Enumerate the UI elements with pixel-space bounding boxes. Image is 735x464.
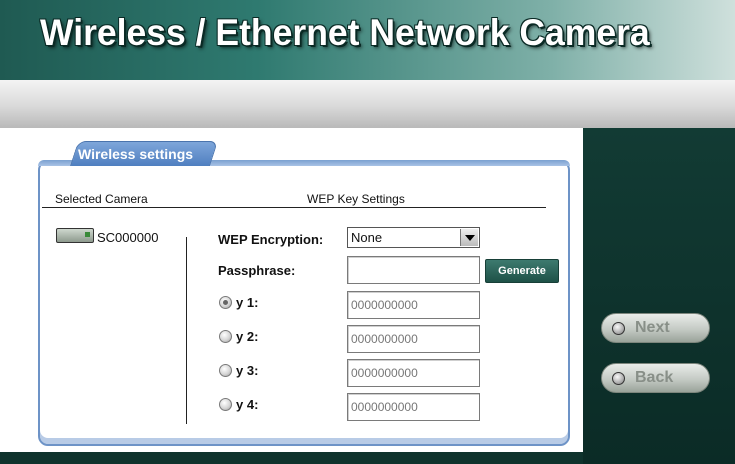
key-1-radio[interactable]: [219, 296, 232, 309]
wep-encryption-label: WEP Encryption:: [218, 232, 324, 247]
back-button-label: Back: [635, 369, 674, 386]
wep-key-settings-header: WEP Key Settings: [307, 192, 405, 206]
tab-wireless-settings-label: Wireless settings: [78, 146, 194, 162]
key-3-radio[interactable]: [219, 364, 232, 377]
header-divider: [42, 207, 546, 208]
passphrase-label: Passphrase:: [218, 263, 296, 278]
key-2-radio[interactable]: [219, 330, 232, 343]
camera-device-icon: [56, 228, 94, 243]
right-nav-pane: [583, 128, 735, 464]
key-4-radio[interactable]: [219, 398, 232, 411]
chevron-down-icon[interactable]: [460, 229, 478, 246]
key-3-label: y 3:: [236, 363, 259, 378]
back-button[interactable]: Back: [601, 363, 710, 393]
next-button-label: Next: [635, 319, 670, 336]
back-bullet-icon: [612, 372, 625, 385]
wep-encryption-select[interactable]: None: [347, 227, 480, 248]
key-2-label: y 2:: [236, 329, 259, 344]
camera-list-item[interactable]: SC000000: [97, 230, 158, 245]
app-title: Wireless / Ethernet Network Camera: [40, 12, 650, 53]
next-bullet-icon: [612, 322, 625, 335]
key-1-label: y 1:: [236, 295, 259, 310]
key-4-label: y 4:: [236, 397, 259, 412]
key-4-input[interactable]: 0000000000: [347, 393, 480, 421]
selected-camera-header: Selected Camera: [55, 192, 148, 206]
key-2-input[interactable]: 0000000000: [347, 325, 480, 353]
bottom-strip: [0, 452, 583, 464]
wep-encryption-value: None: [351, 230, 383, 245]
header-banner: Wireless / Ethernet Network Camera: [0, 0, 735, 80]
generate-button[interactable]: Generate: [485, 259, 559, 283]
column-divider: [186, 237, 187, 424]
key-3-input[interactable]: 0000000000: [347, 359, 480, 387]
next-button[interactable]: Next: [601, 313, 710, 343]
key-1-input[interactable]: 0000000000: [347, 291, 480, 319]
passphrase-input[interactable]: [347, 256, 480, 284]
header-subbar: [0, 80, 735, 128]
